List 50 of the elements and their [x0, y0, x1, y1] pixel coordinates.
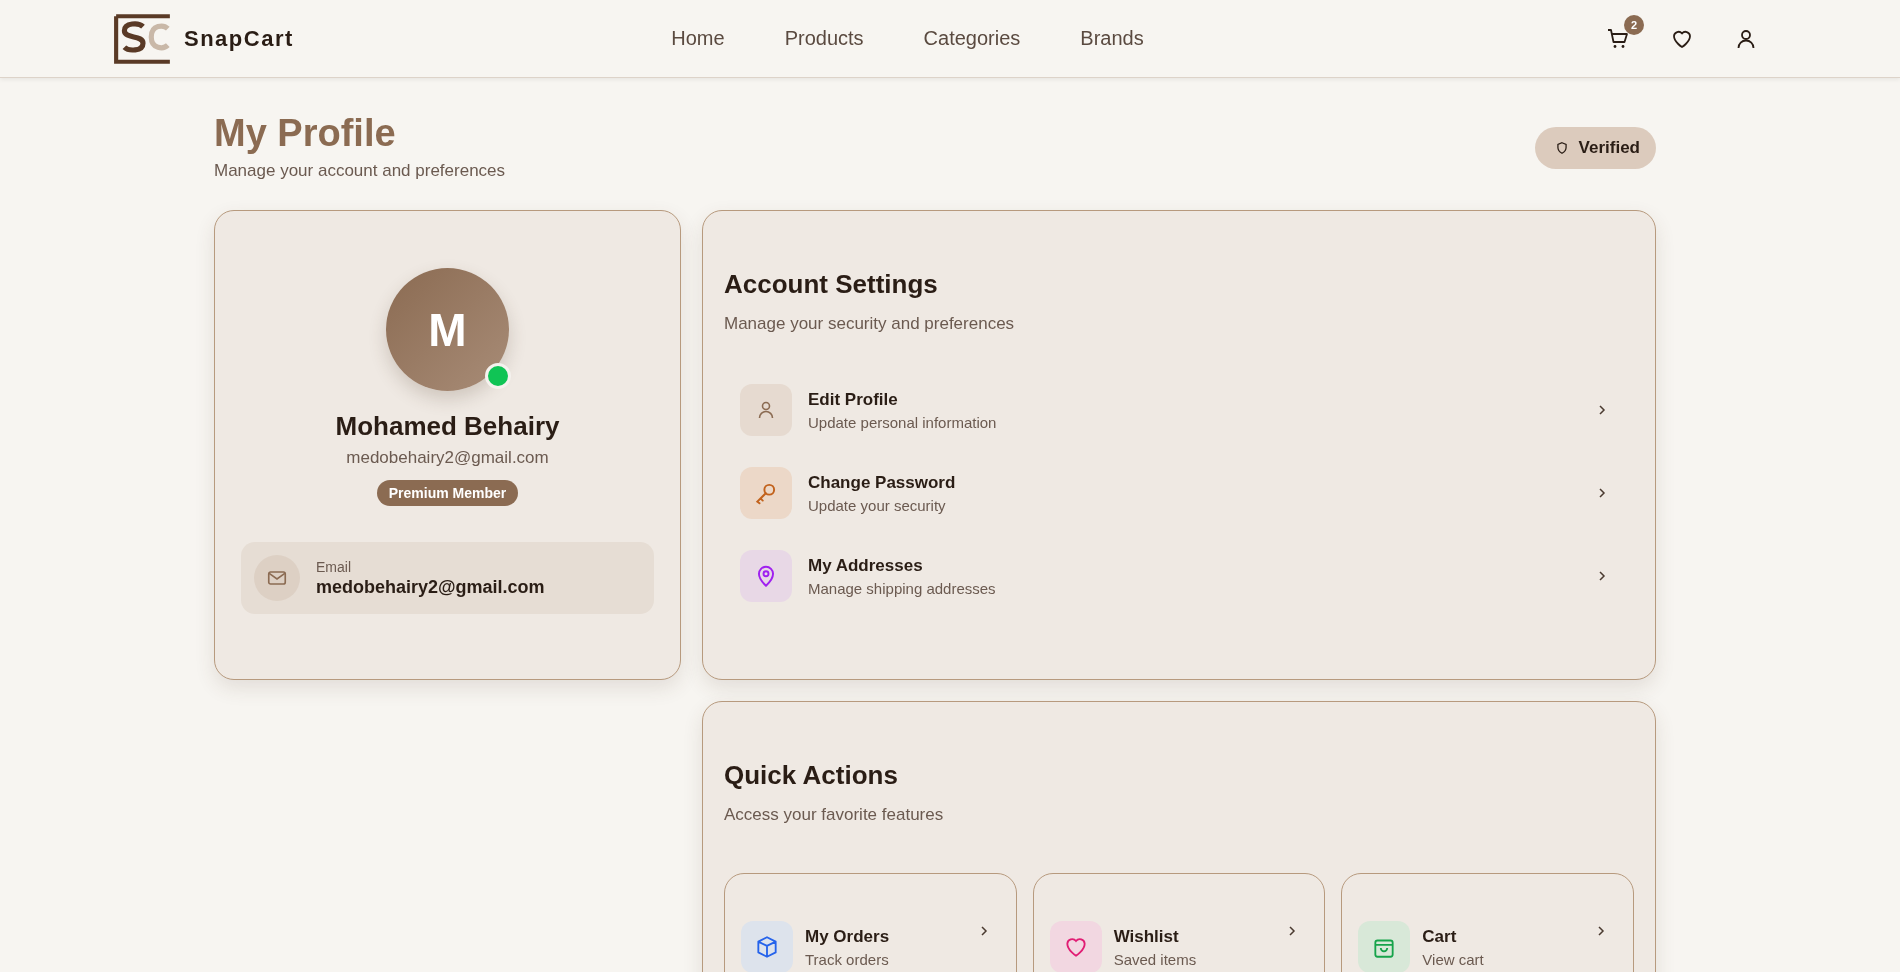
- row-title: My Addresses: [808, 555, 924, 576]
- row-subtitle: Update your security: [808, 496, 947, 514]
- mail-icon: [254, 555, 300, 601]
- row-title: Change Password: [808, 472, 957, 493]
- tile-subtitle: Track orders: [805, 951, 890, 968]
- user-icon: [740, 384, 792, 436]
- settings-row[interactable]: Edit Profile Update personal information: [740, 384, 1618, 436]
- quick-action-tile[interactable]: Cart View cart: [1341, 873, 1634, 972]
- shield-icon: [1554, 141, 1569, 155]
- brand-name[interactable]: SnapCart: [184, 25, 294, 52]
- pin-icon: [740, 550, 792, 602]
- cart-count-badge: 2: [1624, 14, 1644, 35]
- membership-badge: Premium Member: [376, 480, 519, 506]
- nav-link[interactable]: Home: [671, 27, 725, 50]
- section-subtitle: Manage your security and preferences: [724, 314, 1016, 334]
- chevron-right-icon: [1596, 404, 1608, 416]
- page-title: My Profile: [214, 112, 397, 155]
- chevron-right-icon: [1595, 925, 1607, 937]
- page-subtitle: Manage your account and preferences: [214, 161, 506, 181]
- bag-icon: [1358, 921, 1411, 972]
- tile-subtitle: View cart: [1422, 951, 1485, 968]
- tile-title: My Orders: [805, 927, 891, 947]
- row-title: Edit Profile: [808, 389, 899, 410]
- tile-subtitle: Saved items: [1113, 951, 1198, 968]
- quick-action-tile[interactable]: Wishlist Saved items: [1032, 873, 1326, 972]
- tile-title: Cart: [1422, 927, 1458, 947]
- user-name: Mohamed Behairy: [335, 411, 560, 442]
- info-label: Email: [316, 558, 352, 575]
- quick-action-tile[interactable]: My Orders Track orders: [724, 873, 1017, 972]
- user-email: medobehairy2@gmail.com: [346, 448, 549, 468]
- section-title: Quick Actions: [724, 760, 899, 791]
- avatar: M: [386, 268, 509, 391]
- tile-title: Wishlist: [1113, 927, 1180, 947]
- section-title: Account Settings: [724, 269, 939, 300]
- nav-link[interactable]: Categories: [923, 27, 1021, 50]
- row-subtitle: Manage shipping addresses: [808, 579, 997, 597]
- settings-row[interactable]: Change Password Update your security: [740, 467, 1618, 519]
- cart-icon: [1606, 26, 1630, 51]
- chevron-right-icon: [1596, 487, 1608, 499]
- verified-label: Verified: [1578, 138, 1640, 158]
- nav-link[interactable]: Products: [784, 27, 864, 50]
- info-value: medobehairy2@gmail.com: [316, 576, 545, 598]
- nav-link[interactable]: Brands: [1080, 27, 1144, 50]
- row-subtitle: Update personal information: [808, 413, 998, 431]
- section-subtitle: Access your favorite features: [724, 805, 945, 825]
- cart-button[interactable]: 2: [1604, 14, 1644, 53]
- settings-row[interactable]: My Addresses Manage shipping addresses: [740, 550, 1618, 602]
- box-icon: [741, 921, 793, 972]
- chevron-right-icon: [1596, 570, 1608, 582]
- key-icon: [740, 467, 792, 519]
